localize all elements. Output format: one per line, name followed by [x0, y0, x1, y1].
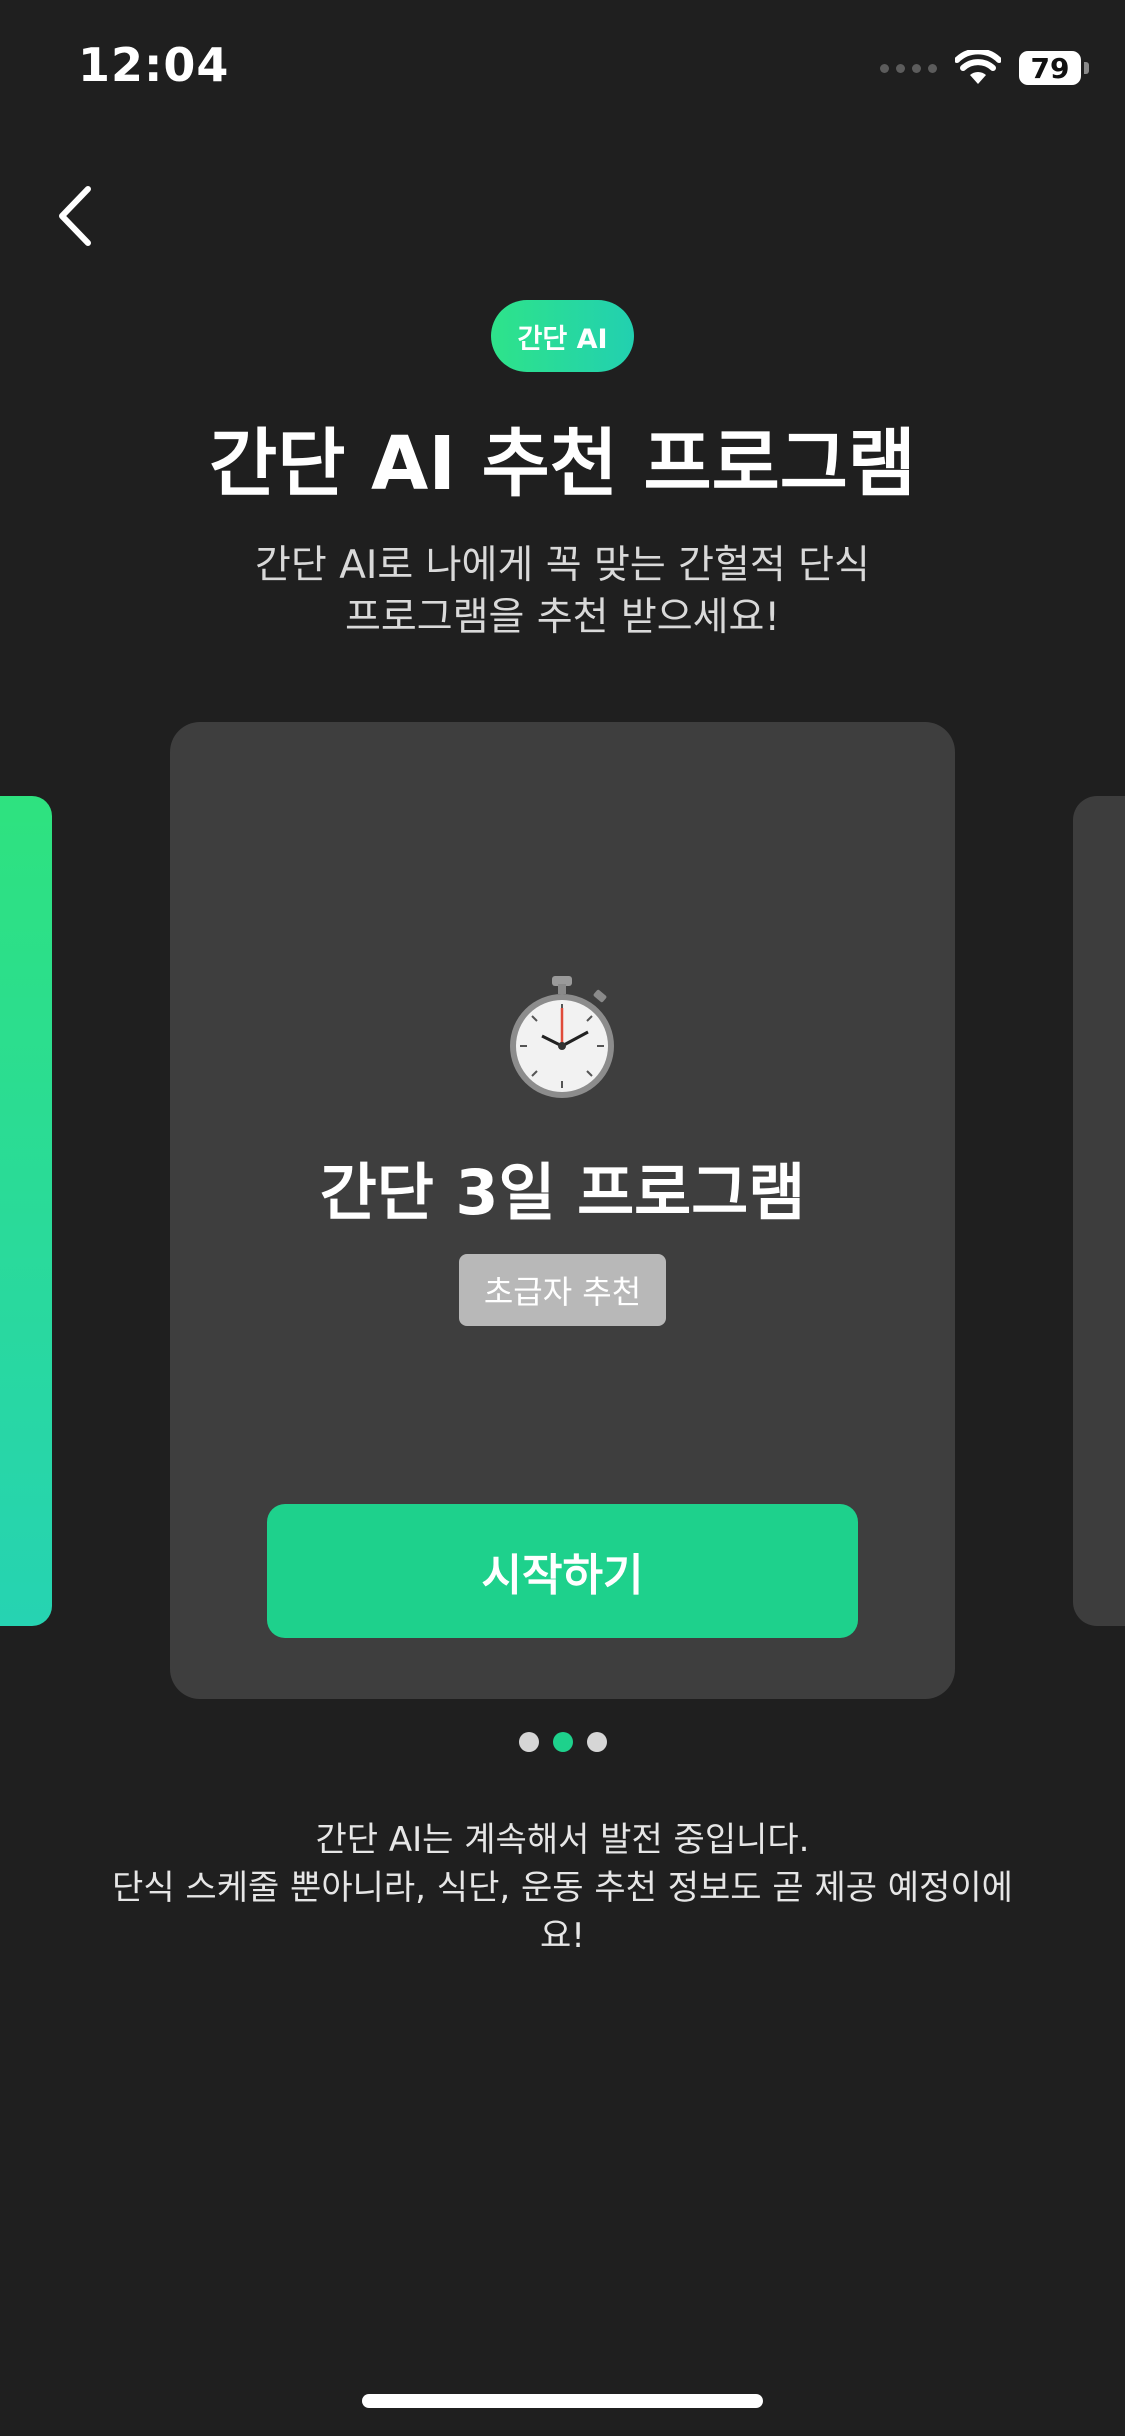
level-tag: 초급자 추천 — [459, 1254, 666, 1326]
footer-line-3: 요! — [540, 1916, 585, 1956]
ai-badge: 간단 AI — [491, 300, 634, 372]
page-dot[interactable] — [586, 1732, 607, 1752]
chevron-left-icon — [59, 186, 91, 246]
subtitle-line-2: 프로그램을 추천 받으세요! — [344, 595, 781, 640]
start-button[interactable]: 시작하기 — [267, 1504, 858, 1638]
back-button[interactable] — [46, 180, 102, 252]
page-dot-active[interactable] — [552, 1732, 573, 1752]
page-subtitle: 간단 AI로 나에게 꼭 맞는 간헐적 단식 프로그램을 추천 받으세요! — [150, 540, 975, 644]
footer-line-2: 단식 스케줄 뿐아니라, 식단, 운동 추천 정보도 곧 제공 예정이에 — [112, 1868, 1013, 1908]
status-indicators: 79 — [880, 48, 1089, 88]
wifi-icon — [955, 50, 1001, 84]
next-program-card[interactable] — [1073, 796, 1125, 1626]
stopwatch-icon — [510, 976, 614, 1098]
program-title: 간단 3일 프로그램 — [319, 1156, 806, 1229]
footer-note: 간단 AI는 계속해서 발전 중입니다. 단식 스케줄 뿐아니라, 식단, 운동… — [110, 1816, 1015, 1960]
page-dot[interactable] — [518, 1732, 539, 1752]
footer-line-1: 간단 AI는 계속해서 발전 중입니다. — [315, 1820, 810, 1860]
program-card: 간단 3일 프로그램 초급자 추천 시작하기 — [170, 722, 955, 1699]
previous-program-card[interactable] — [0, 796, 52, 1626]
status-time: 12:04 — [78, 38, 230, 92]
subtitle-line-1: 간단 AI로 나에게 꼭 맞는 간헐적 단식 — [255, 543, 870, 588]
page-title: 간단 AI 추천 프로그램 — [209, 421, 916, 507]
page-indicator — [0, 1732, 1125, 1752]
battery-level: 79 — [1030, 51, 1070, 85]
battery-icon: 79 — [1019, 51, 1089, 85]
screen: 12:04 79 간단 AI 간단 AI 추천 프로그램 간단 AI로 나에게 … — [0, 0, 1125, 2436]
cellular-signal-icon — [880, 63, 937, 73]
home-indicator[interactable] — [362, 2394, 763, 2408]
